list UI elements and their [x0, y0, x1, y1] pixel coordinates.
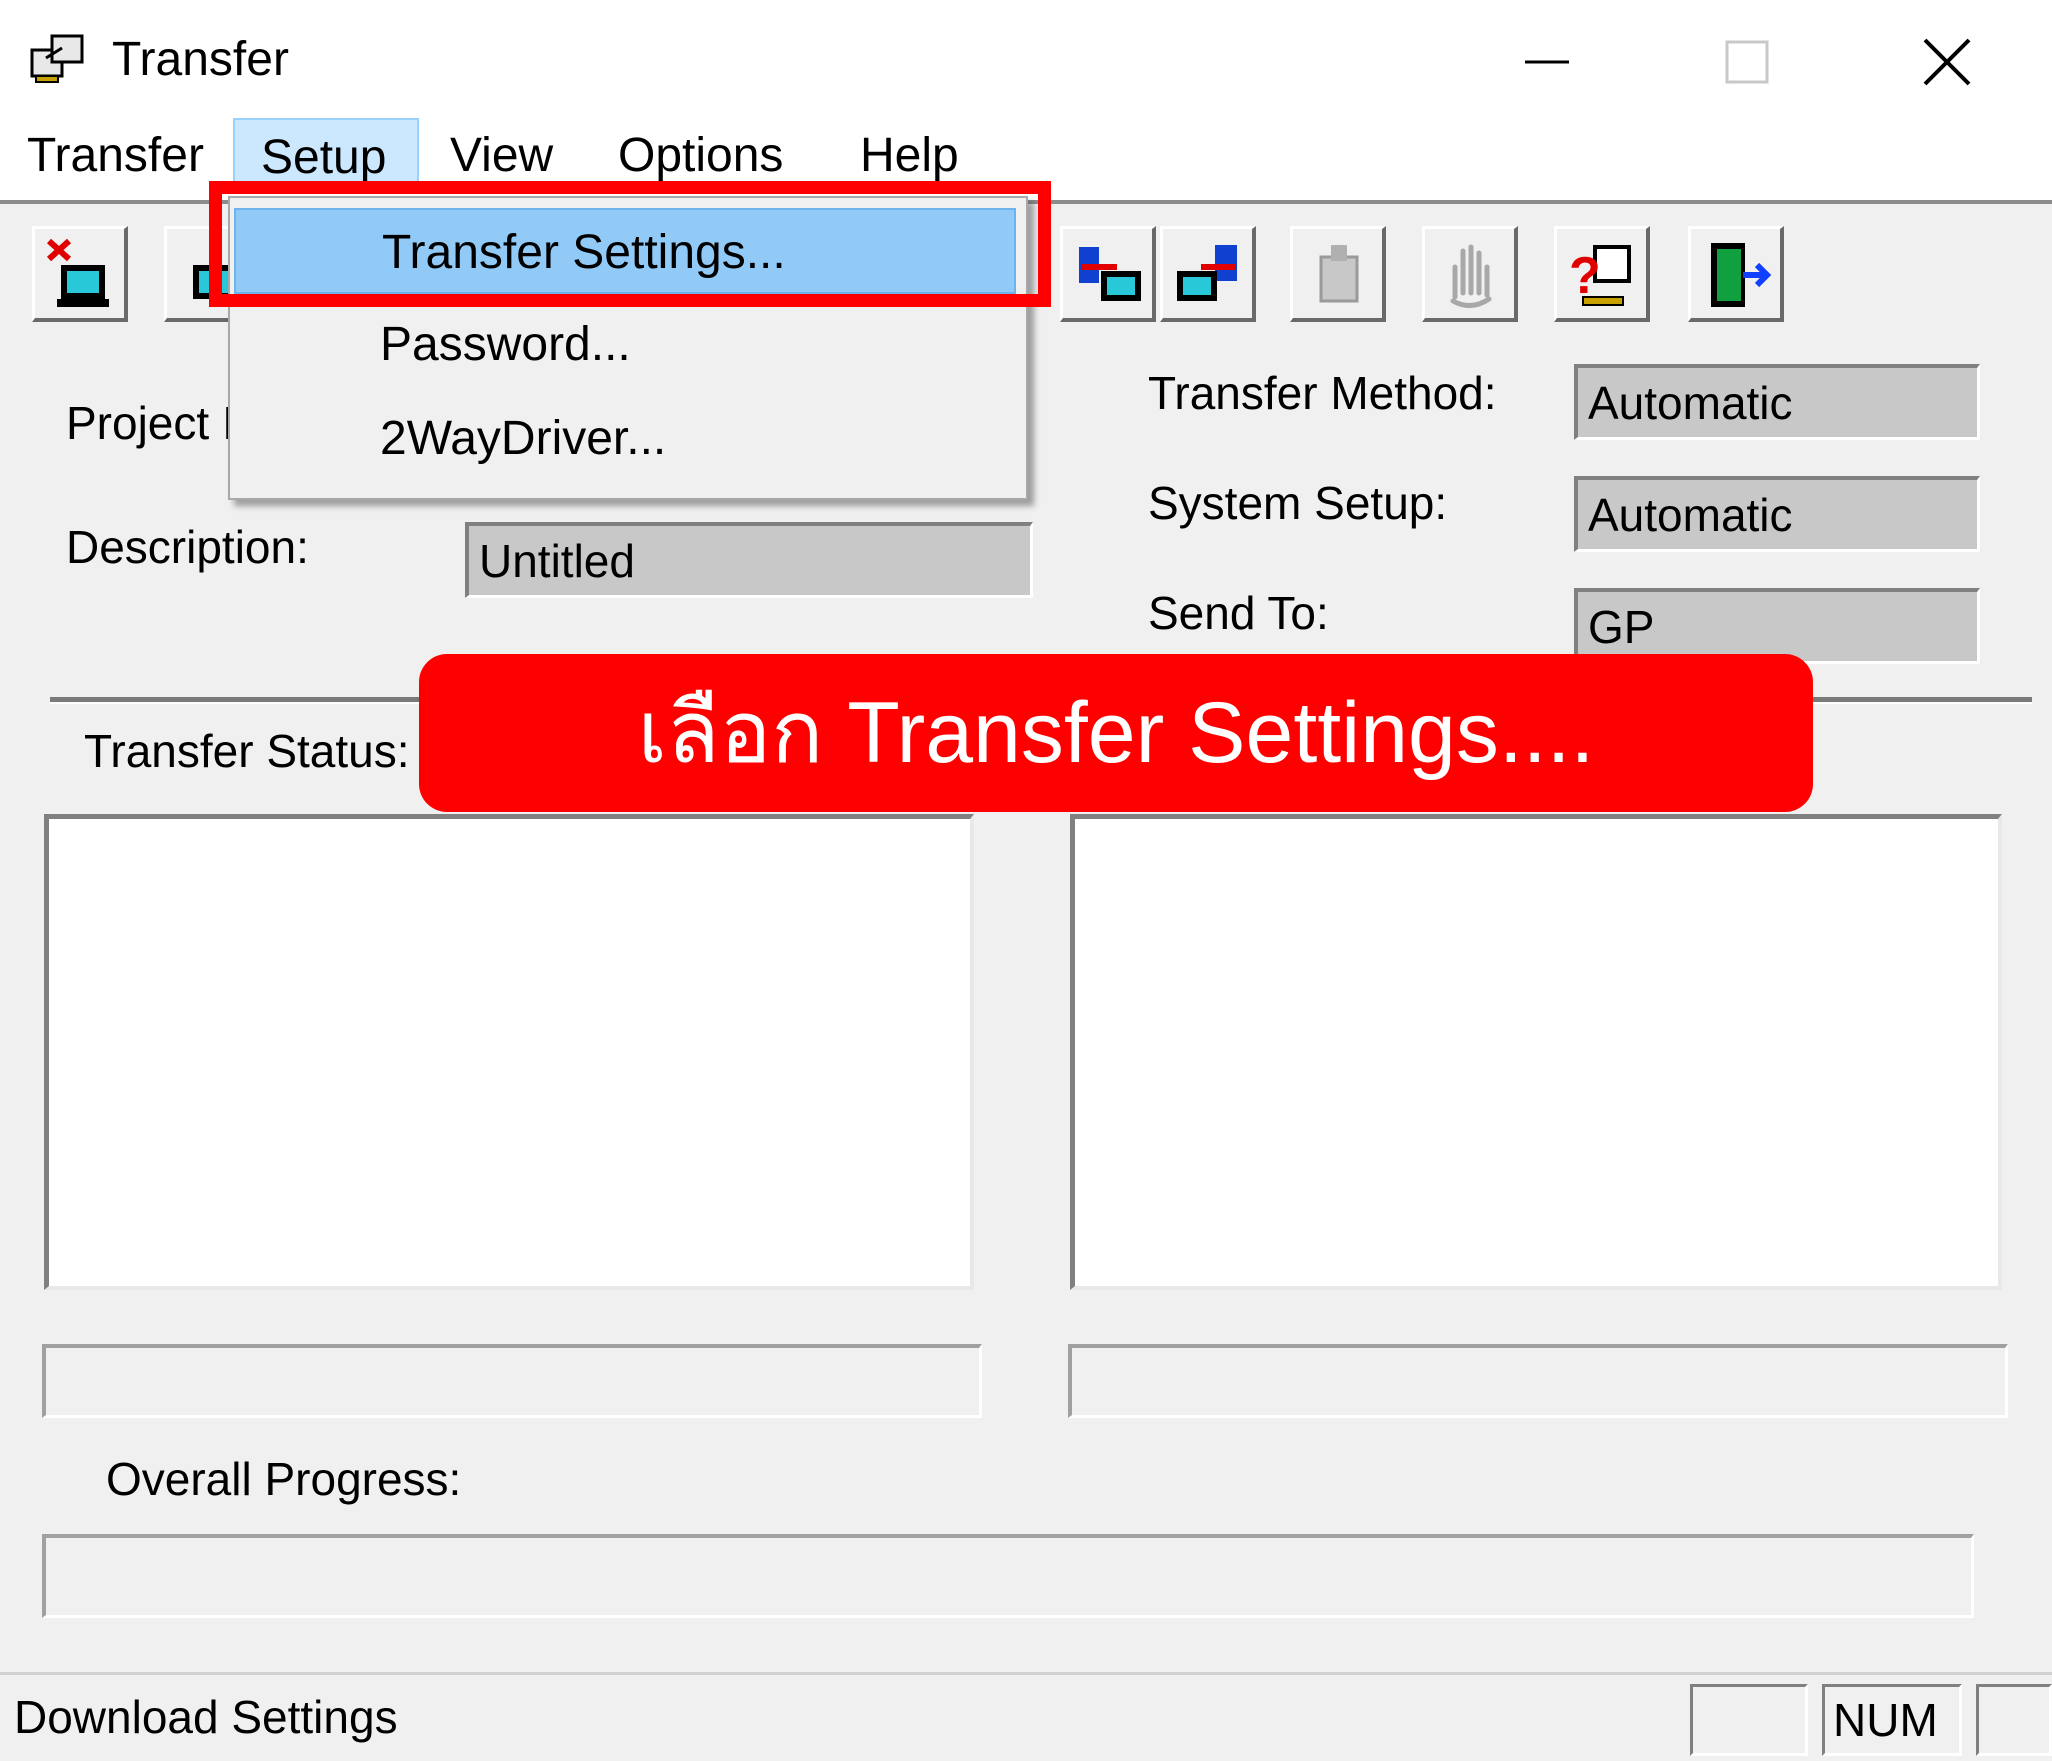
transfer-status-label: Transfer Status: [78, 724, 416, 778]
maximize-icon [1725, 40, 1769, 84]
compare-button[interactable] [1290, 226, 1386, 322]
help-button[interactable]: ? [1554, 226, 1650, 322]
status-pane-num: NUM [1822, 1684, 1962, 1756]
receive-project-icon [1177, 245, 1237, 301]
transfer-app-icon [26, 28, 90, 92]
transfer-status-right-panel [1070, 814, 2002, 1290]
system-setup-label: System Setup: [1148, 477, 1448, 529]
right-progress-bar [1068, 1344, 2008, 1418]
exit-button[interactable] [1688, 226, 1784, 322]
close-icon [1923, 38, 1971, 86]
exit-icon [1711, 243, 1772, 307]
download-button[interactable] [32, 226, 128, 322]
close-button[interactable] [1897, 20, 1997, 104]
send-to-field: GP [1574, 588, 1980, 664]
send-project-icon [1079, 247, 1141, 301]
project-label: Project I [66, 397, 235, 449]
instruction-callout-text: เลือก Transfer Settings.... [637, 685, 1595, 781]
minimize-button[interactable] [1497, 20, 1597, 104]
transfer-method-label: Transfer Method: [1148, 367, 1497, 419]
minimize-icon [1525, 60, 1569, 64]
maximize-button[interactable] [1697, 20, 1797, 104]
compare-icon [1319, 245, 1359, 303]
receive-project-button[interactable] [1160, 226, 1256, 322]
transfer-status-left-panel [44, 814, 974, 1290]
menu-transfer[interactable]: Transfer [17, 118, 214, 194]
overall-progress-bar [42, 1534, 1974, 1618]
system-setup-field: Automatic [1574, 476, 1980, 552]
description-field: Untitled [465, 522, 1033, 598]
stop-button[interactable] [1422, 226, 1518, 322]
status-text: Download Settings [14, 1691, 398, 1743]
send-project-button[interactable] [1060, 226, 1156, 322]
highlight-box [209, 181, 1051, 307]
overall-progress-label: Overall Progress: [106, 1453, 462, 1505]
download-to-gp-icon [46, 238, 109, 307]
window-title: Transfer [112, 33, 289, 86]
status-pane-1 [1690, 1684, 1808, 1756]
menu-item-password[interactable]: Password... [234, 302, 1016, 388]
transfer-method-field: Automatic [1574, 364, 1980, 440]
menu-item-2waydriver[interactable]: 2WayDriver... [234, 396, 1016, 482]
left-progress-bar [42, 1344, 982, 1418]
description-label: Description: [66, 521, 309, 573]
send-to-label: Send To: [1148, 587, 1329, 639]
stop-hand-icon [1450, 244, 1492, 308]
help-icon: ? [1569, 245, 1631, 306]
status-pane-3 [1976, 1684, 2052, 1756]
